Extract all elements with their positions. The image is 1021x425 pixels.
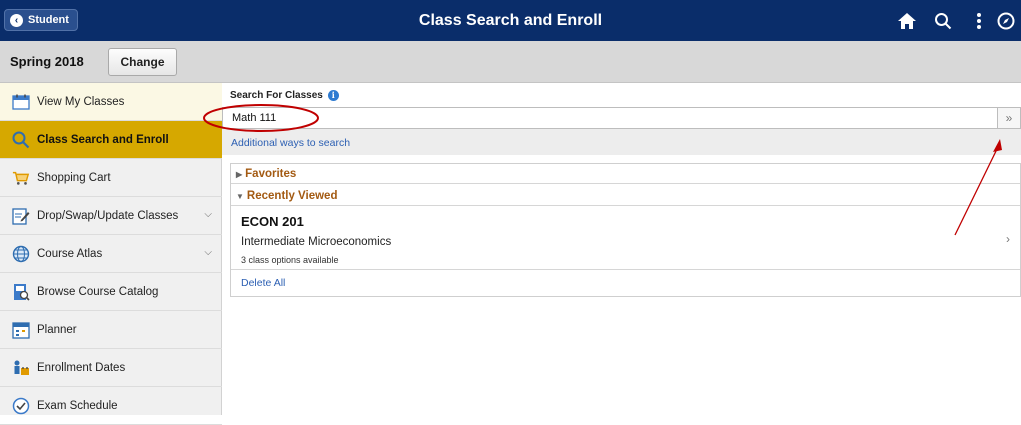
chevron-down-icon[interactable]: ⌵ [204, 247, 212, 258]
people-icon [12, 359, 30, 377]
header-actions [889, 0, 1021, 41]
sidebar-item-label: Enrollment Dates [37, 361, 126, 374]
back-button[interactable]: ‹ Student [4, 9, 78, 31]
sidebar-item-label: Shopping Cart [37, 171, 111, 184]
sidebar-item-planner[interactable]: Planner [0, 311, 222, 349]
header-bar: ‹ Student Class Search and Enroll [0, 0, 1021, 41]
recently-viewed-label: Recently Viewed [246, 190, 338, 202]
chevron-left-icon: ‹ [10, 13, 23, 27]
sidebar-item-shopping-cart[interactable]: Shopping Cart [0, 159, 222, 197]
term-bar: Spring 2018 Change [0, 41, 1021, 83]
course-code: ECON 201 [241, 214, 304, 229]
sidebar-item-view-my-classes[interactable]: View My Classes [0, 83, 222, 121]
sidebar-item-enrollment-dates[interactable]: Enrollment Dates [0, 349, 222, 387]
favorites-label: Favorites [245, 168, 297, 180]
change-term-button[interactable]: Change [108, 48, 177, 76]
sidebar-item-label: Planner [37, 323, 77, 336]
catalog-icon [12, 283, 30, 301]
page-title: Class Search and Enroll [418, 12, 603, 29]
recently-viewed-header[interactable]: ▼ Recently Viewed [231, 186, 1020, 206]
back-button-label: Student [28, 14, 69, 26]
chevron-right-icon: › [1006, 232, 1010, 246]
delete-all-link[interactable]: Delete All [241, 277, 285, 289]
search-history-panel: ▶ Favorites ▼ Recently Viewed ECON 201 Int… [230, 163, 1021, 297]
sidebar-item-label: Course Atlas [37, 247, 103, 260]
recent-course-row[interactable]: ECON 201 Intermediate Microeconomics 3 c… [231, 208, 1020, 270]
sidebar-nav: View My Classes Class Search and Enroll … [0, 83, 222, 425]
class-search-input[interactable] [222, 107, 998, 129]
globe-icon [12, 245, 30, 263]
sidebar-item-drop-swap-update[interactable]: Drop/Swap/Update Classes ⌵ [0, 197, 222, 235]
chevron-down-icon[interactable]: ⌵ [204, 209, 212, 220]
course-title: Intermediate Microeconomics [241, 236, 392, 248]
search-icon[interactable] [925, 0, 961, 41]
sidebar-item-browse-catalog[interactable]: Browse Course Catalog [0, 273, 222, 311]
more-vertical-icon[interactable] [961, 0, 997, 41]
search-go-button[interactable]: » [998, 107, 1021, 129]
info-icon[interactable]: i [327, 90, 339, 101]
sidebar-item-label: Class Search and Enroll [37, 133, 169, 146]
caret-right-icon: ▶ [236, 170, 243, 179]
calendar-icon [12, 93, 30, 111]
planner-icon [12, 321, 30, 339]
shopping-cart-icon [12, 169, 30, 187]
home-icon[interactable] [889, 0, 925, 41]
sidebar-item-label: Browse Course Catalog [37, 285, 159, 298]
edit-document-icon [12, 207, 30, 225]
sidebar-item-exam-schedule[interactable]: Exam Schedule [0, 387, 222, 425]
sidebar-item-label: Drop/Swap/Update Classes [37, 209, 179, 222]
clock-icon [12, 397, 30, 415]
navigator-icon[interactable] [997, 0, 1021, 41]
additional-ways-link[interactable]: Additional ways to search [231, 137, 350, 149]
search-icon [12, 131, 30, 149]
search-label: Search For Classes [230, 90, 323, 101]
favorites-header[interactable]: ▶ Favorites [231, 164, 1020, 184]
sidebar-item-class-search[interactable]: Class Search and Enroll [0, 121, 222, 159]
sidebar-item-label: Exam Schedule [37, 399, 118, 412]
course-options-count: 3 class options available [241, 255, 339, 265]
sidebar-item-label: View My Classes [37, 95, 125, 108]
caret-down-icon: ▼ [236, 192, 244, 201]
term-label: Spring 2018 [10, 54, 84, 69]
search-section-label: Search For Classes i [230, 90, 339, 101]
additional-ways-bar: Additional ways to search [222, 129, 1021, 155]
sidebar-item-course-atlas[interactable]: Course Atlas ⌵ [0, 235, 222, 273]
